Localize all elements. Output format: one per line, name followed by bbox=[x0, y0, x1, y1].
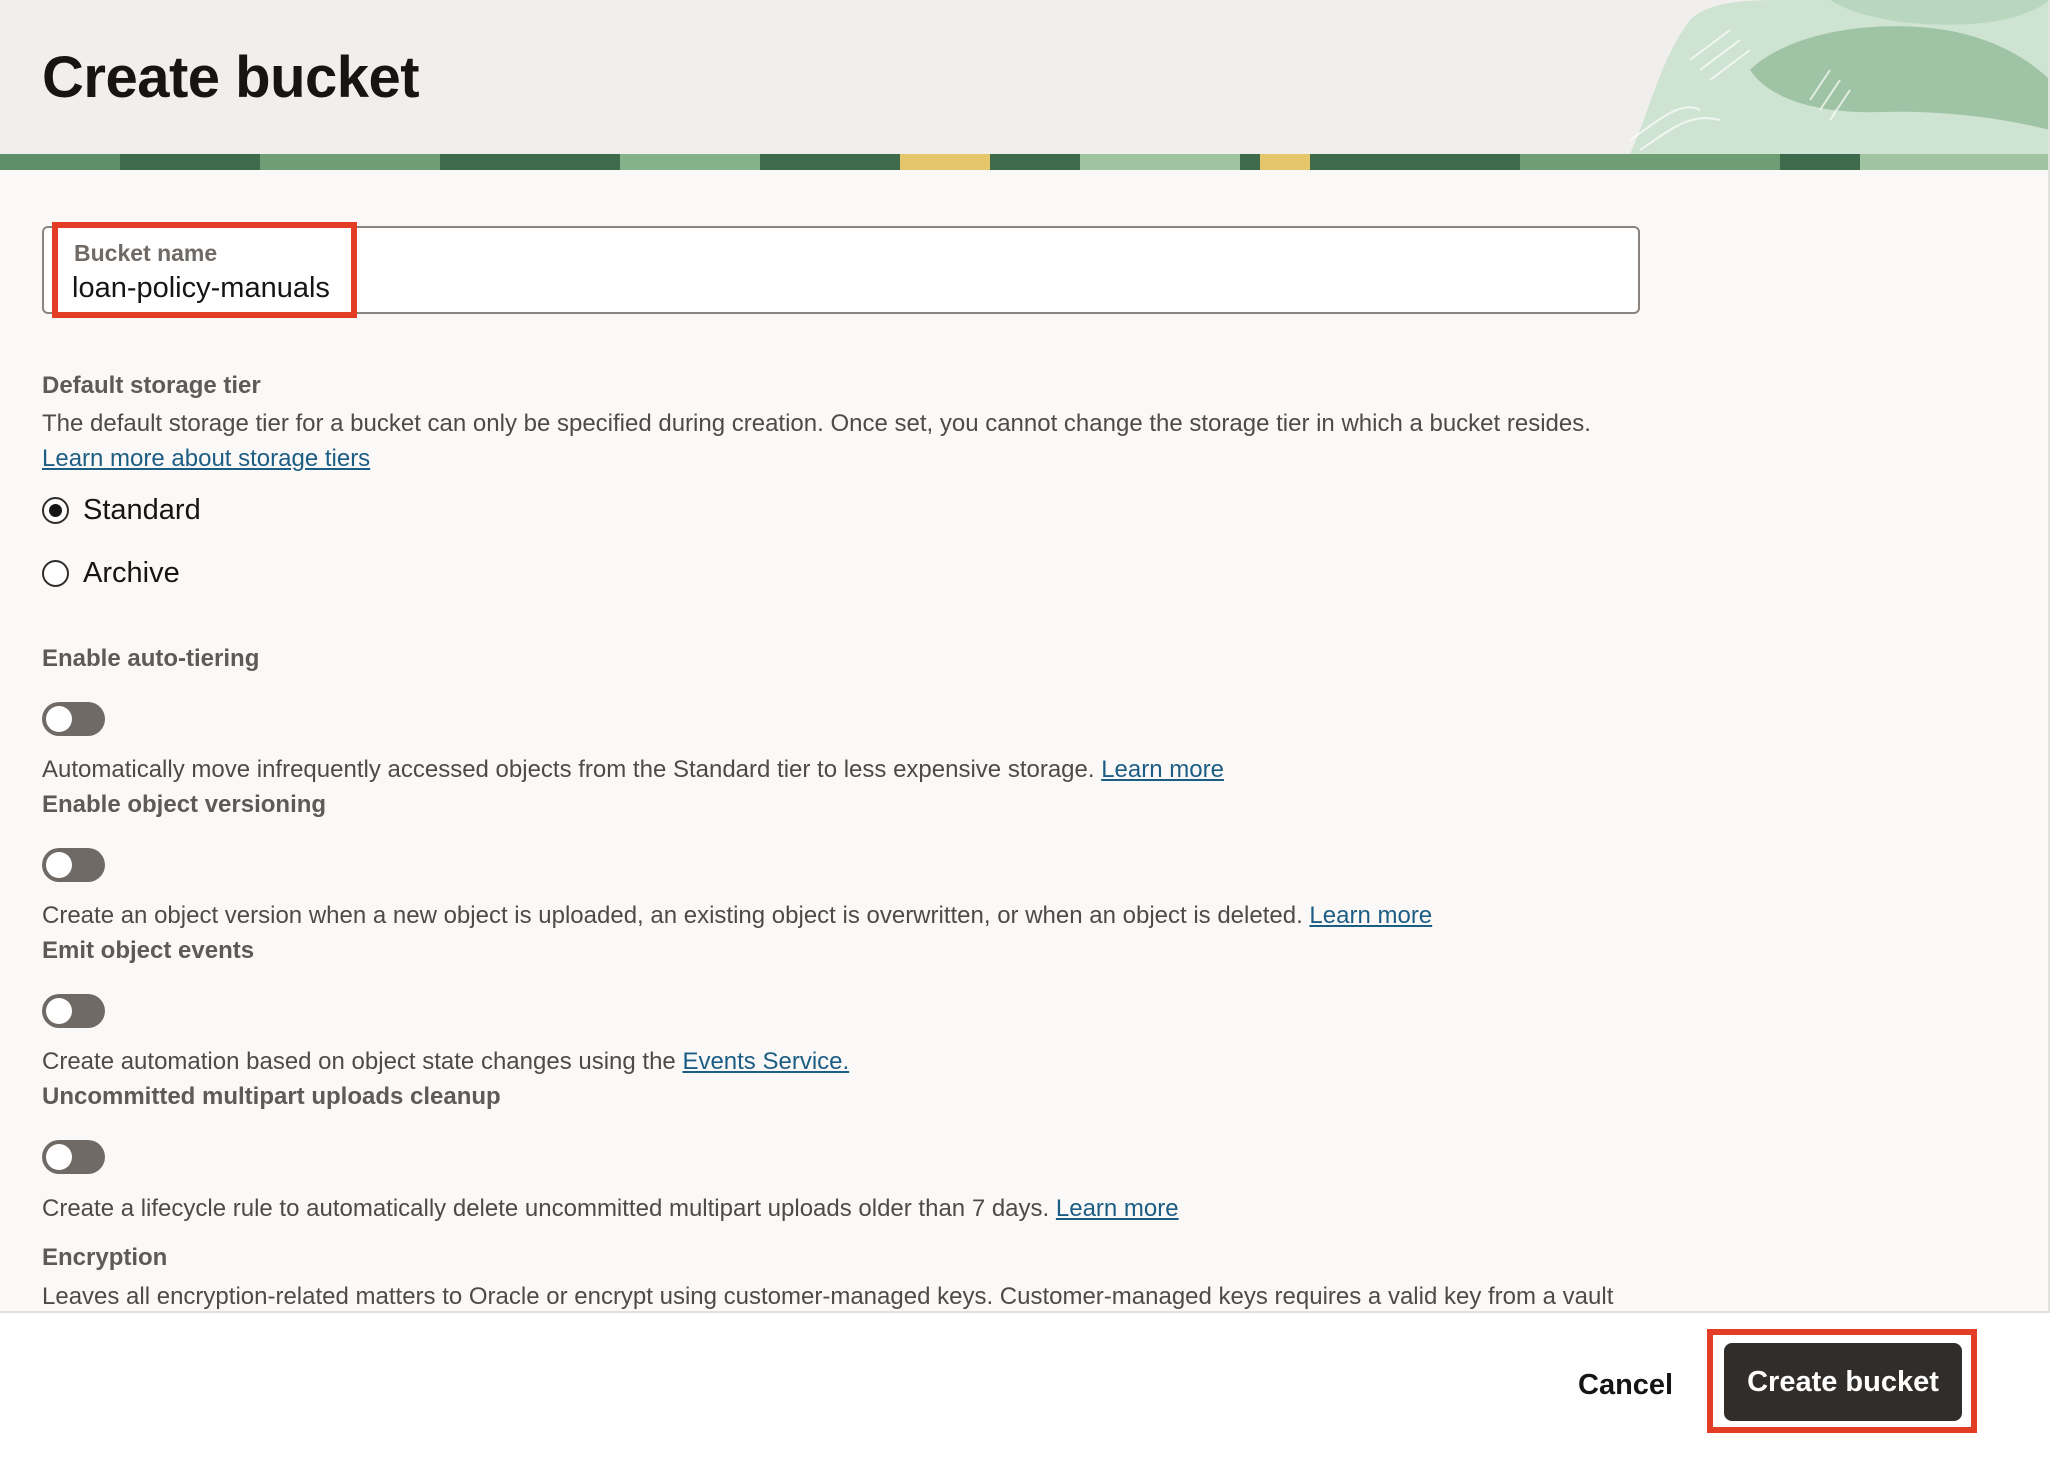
storage-tiers-learn-more-link[interactable]: Learn more about storage tiers bbox=[42, 445, 370, 472]
auto-tiering-toggle[interactable] bbox=[42, 702, 105, 736]
encryption-heading: Encryption bbox=[42, 1244, 168, 1271]
bucket-name-label: Bucket name bbox=[74, 240, 218, 266]
auto-tiering-description-row: Automatically move infrequently accessed… bbox=[42, 756, 1224, 784]
object-events-description: Create automation based on object state … bbox=[42, 1048, 676, 1075]
encryption-description: Leaves all encryption-related matters to… bbox=[42, 1283, 1614, 1310]
versioning-learn-more-link[interactable]: Learn more bbox=[1309, 902, 1432, 929]
storage-tier-description: The default storage tier for a bucket ca… bbox=[42, 410, 1591, 437]
storage-tier-archive-option[interactable]: Archive bbox=[42, 555, 180, 591]
decorative-header-illustration bbox=[1630, 0, 2050, 154]
versioning-toggle[interactable] bbox=[42, 848, 105, 882]
standard-radio[interactable] bbox=[42, 496, 69, 524]
archive-radio[interactable] bbox=[42, 559, 69, 587]
multipart-cleanup-heading: Uncommitted multipart uploads cleanup bbox=[42, 1083, 501, 1110]
object-events-heading: Emit object events bbox=[42, 937, 255, 964]
archive-radio-label: Archive bbox=[83, 556, 180, 589]
storage-tier-heading: Default storage tier bbox=[42, 372, 261, 399]
page-header: Create bucket bbox=[0, 0, 2050, 154]
form-footer: Cancel Create bucket bbox=[0, 1311, 2050, 1462]
auto-tiering-learn-more-link[interactable]: Learn more bbox=[1101, 756, 1224, 783]
events-service-link[interactable]: Events Service. bbox=[682, 1048, 849, 1075]
bucket-name-field[interactable]: Bucket name bbox=[42, 226, 1640, 314]
page-title: Create bucket bbox=[42, 45, 420, 110]
multipart-cleanup-description-row: Create a lifecycle rule to automatically… bbox=[42, 1195, 1179, 1223]
versioning-description: Create an object version when a new obje… bbox=[42, 902, 1303, 929]
multipart-cleanup-learn-more-link[interactable]: Learn more bbox=[1056, 1195, 1179, 1222]
cancel-button[interactable]: Cancel bbox=[1560, 1359, 1691, 1411]
multipart-cleanup-description: Create a lifecycle rule to automatically… bbox=[42, 1195, 1050, 1222]
object-events-toggle[interactable] bbox=[42, 994, 105, 1028]
multipart-cleanup-toggle[interactable] bbox=[42, 1140, 105, 1174]
decorative-header-band bbox=[0, 154, 2050, 170]
versioning-heading: Enable object versioning bbox=[42, 791, 327, 818]
bucket-name-input[interactable] bbox=[72, 270, 1572, 306]
auto-tiering-heading: Enable auto-tiering bbox=[42, 645, 260, 672]
versioning-description-row: Create an object version when a new obje… bbox=[42, 902, 1432, 930]
storage-tier-standard-option[interactable]: Standard bbox=[42, 492, 201, 528]
create-bucket-button[interactable]: Create bucket bbox=[1724, 1343, 1962, 1421]
object-events-description-row: Create automation based on object state … bbox=[42, 1048, 849, 1076]
auto-tiering-description: Automatically move infrequently accessed… bbox=[42, 756, 1095, 783]
standard-radio-label: Standard bbox=[83, 493, 201, 526]
